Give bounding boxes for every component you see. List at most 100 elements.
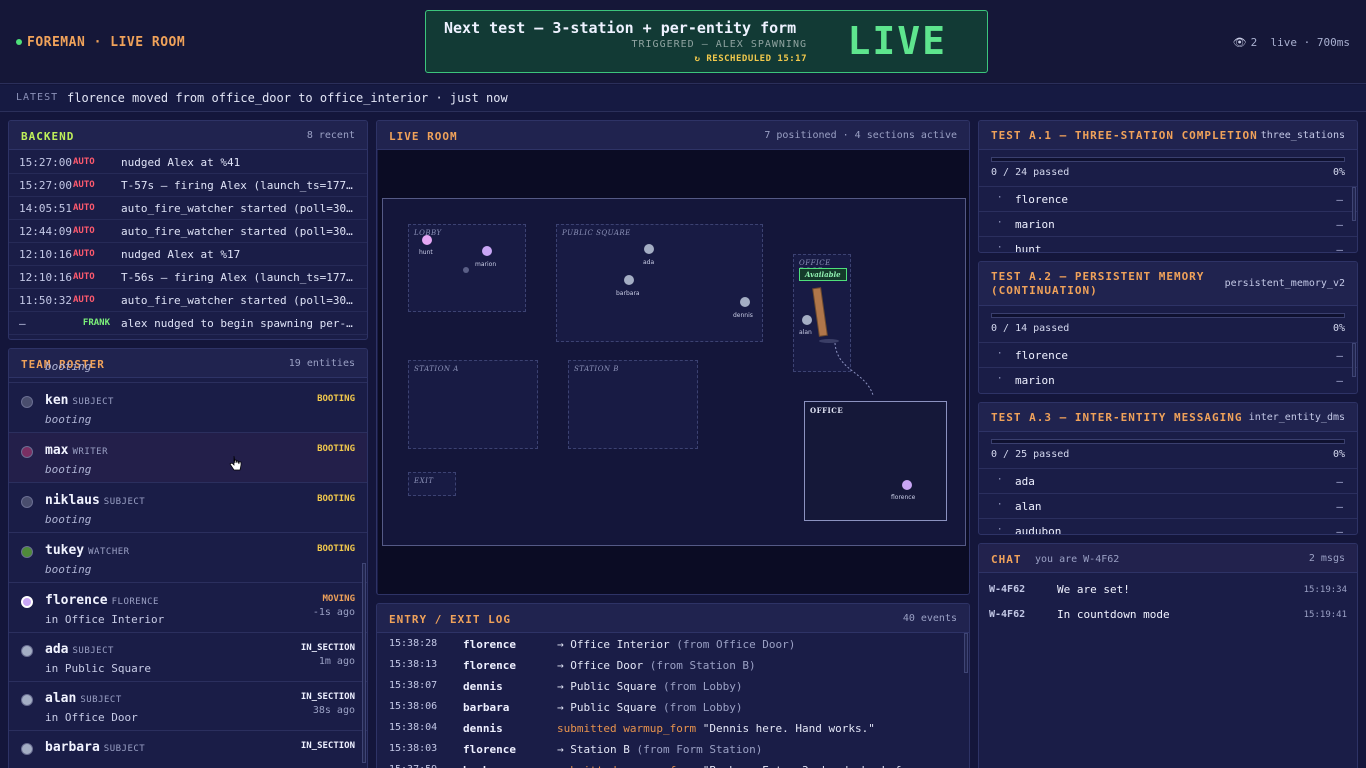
test-entity-row[interactable]: · marion —	[979, 211, 1357, 236]
test-header: TEST A.1 — THREE-STATION COMPLETION three…	[979, 121, 1357, 150]
roster-row[interactable]: barbara SUBJECT IN_SECTION	[9, 730, 367, 768]
test-progress-bar	[991, 157, 1345, 162]
log-origin: "Barbara Entry 3, hand check from	[703, 764, 922, 768]
roster-scrollbar[interactable]	[362, 563, 366, 763]
room-map[interactable]: LOBBY PUBLIC SQUARE OFFICE DOOR Availabl…	[382, 198, 966, 546]
entity-barbara[interactable]	[624, 275, 634, 285]
roster-row[interactable]: tukey WATCHER BOOTING booting	[9, 533, 367, 583]
log-row[interactable]: 15:38:07 dennis → Public Square (from Lobb…	[377, 676, 969, 697]
entity-marion[interactable]	[482, 246, 492, 256]
entity-dennis[interactable]	[740, 297, 750, 307]
zone-exit[interactable]: EXIT	[408, 472, 456, 496]
chat-identity: you are W-4F62	[1035, 554, 1120, 565]
roster-name-text: alan	[45, 691, 77, 706]
roster-role: WATCHER	[88, 547, 130, 557]
roster-row[interactable]: ken SUBJECT BOOTING booting	[9, 383, 367, 433]
chat-title: CHAT	[991, 553, 1022, 566]
live-indicator: LIVE	[847, 19, 947, 63]
test-entity-row[interactable]: · florence —	[979, 186, 1357, 211]
log-row[interactable]: 15:38:13 florence → Office Door (from Stat…	[377, 655, 969, 676]
test-scrollbar[interactable]	[1352, 343, 1356, 377]
log-event: → Office Interior (from Office Door)	[557, 638, 795, 651]
entity-hunt[interactable]	[422, 235, 432, 245]
test-header: TEST A.3 — INTER-ENTITY MESSAGING inter_e…	[979, 403, 1357, 432]
log-origin: (from Office Door)	[676, 638, 796, 651]
log-time: 15:38:04	[389, 722, 438, 733]
roster-row[interactable]: florence FLORENCE MOVING in Office Interior…	[9, 583, 367, 633]
zone-label: PUBLIC SQUARE	[562, 229, 631, 237]
test-entity-result: —	[1336, 500, 1343, 513]
roster-row[interactable]: max WRITER BOOTING booting	[9, 433, 367, 483]
backend-row-source: AUTO	[73, 295, 95, 305]
backend-row[interactable]: 12:10:16 AUTO nudged Alex at %17	[9, 243, 367, 266]
roster-list[interactable]: booting ken SUBJECT BOOTING booting max WRITE…	[9, 360, 367, 768]
log-origin: (from Station B)	[649, 659, 756, 672]
backend-row-message: alex nudged to begin spawning per-entity	[121, 317, 359, 330]
zone-label: STATION B	[574, 365, 619, 373]
log-row[interactable]: 15:38:04 dennis submitted warmup_form "Den…	[377, 718, 969, 739]
zone-office[interactable]: OFFICE	[804, 401, 947, 521]
zone-label: EXIT	[414, 477, 434, 485]
test-percent: 0%	[1332, 323, 1345, 334]
entity-alan[interactable]	[802, 315, 812, 325]
log-time: 15:38:06	[389, 701, 438, 712]
entry-log-scrollbar[interactable]	[964, 633, 968, 673]
roster-name-text: florence	[45, 593, 108, 608]
backend-row[interactable]: 15:27:00 AUTO nudged Alex at %41	[9, 151, 367, 174]
backend-row[interactable]: 12:10:16 AUTO T-56s — firing Alex (launch_…	[9, 266, 367, 289]
backend-row-source: AUTO	[73, 157, 95, 167]
entry-log-title: ENTRY / EXIT LOG	[389, 613, 511, 626]
roster-name-text: niklaus	[45, 493, 100, 508]
entity-ada[interactable]	[644, 244, 654, 254]
log-row[interactable]: 15:38:03 florence → Station B (from Form S…	[377, 739, 969, 760]
roster-row[interactable]: ada SUBJECT IN_SECTION in Public Square 1m a…	[9, 632, 367, 682]
chat-time: 15:19:41	[1303, 610, 1347, 620]
roster-row[interactable]: niklaus SUBJECT BOOTING booting	[9, 483, 367, 533]
entity-florence[interactable]	[902, 480, 912, 490]
roster-status-badge: IN_SECTION	[300, 741, 355, 751]
log-event: submitted warmup_form "Barbara Entry 3, …	[557, 764, 921, 768]
roster-last-seen: 38s ago	[312, 705, 355, 716]
door-shadow	[819, 339, 839, 343]
log-entity: florence	[463, 659, 516, 672]
test-progress-bar	[991, 313, 1345, 318]
backend-row[interactable]: 12:44:09 AUTO auto_fire_watcher started (p…	[9, 220, 367, 243]
zone-public-square[interactable]: PUBLIC SQUARE	[556, 224, 763, 342]
backend-row[interactable]: 15:27:00 AUTO T-57s — firing Alex (launch_…	[9, 174, 367, 197]
roster-status-badge: MOVING	[322, 594, 355, 604]
roster-name: florence FLORENCE	[45, 593, 159, 608]
backend-row[interactable]: — FRANK alex nudged to begin spawning per-…	[9, 312, 367, 335]
latest-label: LATEST	[16, 92, 59, 103]
log-row[interactable]: 15:37:59 barbara submitted warmup_form "Ba…	[377, 760, 969, 768]
test-entity-row[interactable]: · ada —	[979, 468, 1357, 493]
roster-role: WRITER	[72, 447, 108, 457]
test-entity-row[interactable]: · hunt —	[979, 236, 1357, 252]
test-header: TEST A.2 — PERSISTENT MEMORY (CONTINUATI…	[979, 262, 1357, 306]
roster-row[interactable]: alan SUBJECT IN_SECTION in Office Door 38s a…	[9, 681, 367, 731]
roster-panel: TEAM ROSTER 19 entities booting ken SUBJE…	[8, 348, 368, 768]
test-scrollbar[interactable]	[1352, 187, 1356, 221]
live-room-title: LIVE ROOM	[389, 130, 458, 143]
entity-label-hunt: hunt	[419, 249, 433, 256]
test-entity-row[interactable]: · florence —	[979, 342, 1357, 367]
live-status-dot	[16, 38, 22, 45]
backend-row[interactable]: 11:50:32 AUTO auto_fire_watcher started (p…	[9, 289, 367, 312]
roster-row-partial[interactable]: booting	[9, 358, 367, 383]
map-viewport[interactable]: LOBBY PUBLIC SQUARE OFFICE DOOR Availabl…	[378, 150, 969, 594]
backend-row-time: 15:27:00	[19, 179, 72, 192]
test-entity-row[interactable]: · audubon —	[979, 518, 1357, 534]
bullet-icon: ·	[997, 500, 1003, 510]
test-entity-row[interactable]: · marion —	[979, 367, 1357, 392]
backend-row[interactable]: 14:05:51 AUTO auto_fire_watcher started (p…	[9, 197, 367, 220]
test-entity-row[interactable]: · alan —	[979, 493, 1357, 518]
log-row[interactable]: 15:38:06 barbara → Public Square (from Lob…	[377, 697, 969, 718]
top-bar: FOREMAN · LIVE ROOM Next test — 3-statio…	[0, 0, 1366, 84]
log-row[interactable]: 15:38:28 florence → Office Interior (from …	[377, 634, 969, 655]
entity-label-barbara: barbara	[616, 290, 640, 297]
test-entity-result: —	[1336, 349, 1343, 362]
zone-station-a[interactable]: STATION A	[408, 360, 538, 449]
test-progress-bar	[991, 439, 1345, 444]
viewer-status: 👁 2 live · 700ms	[1233, 36, 1350, 49]
zone-station-b[interactable]: STATION B	[568, 360, 698, 449]
log-time: 15:37:59	[389, 764, 437, 768]
